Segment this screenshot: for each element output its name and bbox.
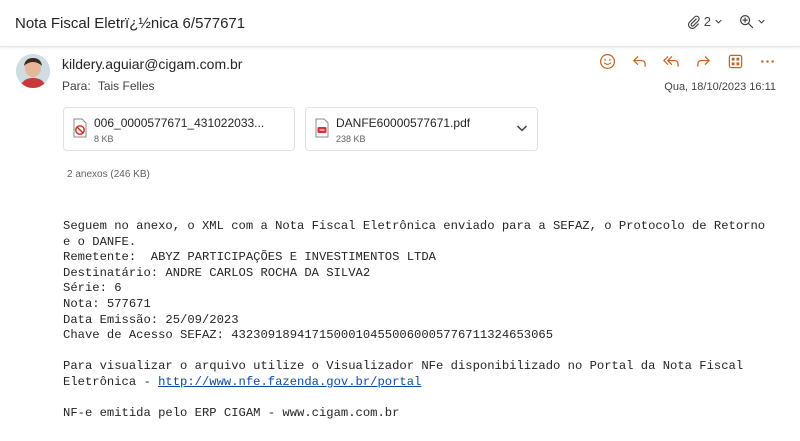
chevron-down-icon bbox=[758, 19, 765, 24]
chevron-down-icon[interactable] bbox=[515, 121, 529, 135]
reply-all-button[interactable] bbox=[660, 50, 682, 72]
body-line: NF-e emitida pelo ERP CIGAM - www.cigam.… bbox=[63, 406, 400, 421]
subject-bar: Nota Fiscal Eletrï¿½nica 6/577671 2 bbox=[0, 0, 800, 47]
body-line: Série: 6 bbox=[63, 281, 122, 296]
chevron-down-icon bbox=[715, 19, 722, 24]
body-line: Eletrônica - bbox=[63, 374, 159, 389]
apps-icon bbox=[728, 54, 742, 68]
to-label: Para: bbox=[62, 79, 91, 93]
forward-button[interactable] bbox=[692, 50, 714, 72]
attachment-size: 8 KB bbox=[94, 134, 114, 144]
body-line: Chave de Acesso SEFAZ: 43230918941715000… bbox=[63, 328, 554, 343]
body-line: Destinatário: ANDRE CARLOS ROCHA DA SILV… bbox=[63, 265, 371, 280]
apps-button[interactable] bbox=[724, 50, 746, 72]
attachment-pdf[interactable]: DANFE60000577671.pdf 238 KB bbox=[305, 107, 538, 151]
forward-icon bbox=[696, 55, 710, 67]
avatar[interactable] bbox=[16, 54, 50, 88]
sent-date: Qua, 18/10/2023 16:11 bbox=[664, 81, 776, 93]
avatar-image bbox=[16, 54, 50, 88]
zoom-button[interactable] bbox=[739, 14, 766, 29]
body-line: Nota: 577671 bbox=[63, 296, 151, 311]
recipients-line: Para: Tais Felles bbox=[62, 79, 155, 93]
attachments-count: 2 bbox=[703, 14, 711, 29]
nfe-portal-link[interactable]: http://www.nfe.fazenda.gov.br/portal bbox=[158, 375, 421, 389]
more-actions-button[interactable] bbox=[756, 50, 778, 72]
more-icon bbox=[760, 59, 774, 63]
sender-email[interactable]: kildery.aguiar@cigam.com.br bbox=[62, 56, 242, 72]
body-line: Data Emissão: 25/09/2023 bbox=[63, 312, 239, 327]
attachment-size: 238 KB bbox=[336, 134, 366, 144]
attachments-summary: 2 anexos (246 KB) bbox=[67, 169, 150, 180]
body-line: Seguem no anexo, o XML com a Nota Fiscal… bbox=[63, 219, 766, 233]
email-subject: Nota Fiscal Eletrï¿½nica 6/577671 bbox=[15, 15, 246, 32]
paperclip-icon bbox=[687, 15, 700, 29]
reply-icon bbox=[632, 55, 646, 67]
subject-actions: 2 bbox=[677, 14, 766, 29]
blocked-file-icon bbox=[73, 118, 87, 138]
body-line: Remetente: ABYZ PARTICIPAÇÕES E INVESTIM… bbox=[63, 250, 436, 265]
body-line: e o DANFE. bbox=[63, 234, 137, 249]
pdf-icon bbox=[315, 118, 329, 138]
reply-all-icon bbox=[663, 55, 679, 67]
reply-button[interactable] bbox=[628, 50, 650, 72]
emoji-button[interactable] bbox=[596, 50, 618, 72]
attachment-xml[interactable]: 006_0000577671_431022033... 8 KB bbox=[63, 107, 295, 151]
attachment-name: 006_0000577671_431022033... bbox=[94, 116, 265, 130]
emoji-icon bbox=[599, 53, 615, 69]
message-body: Seguem no anexo, o XML com a Nota Fiscal… bbox=[63, 219, 765, 422]
message-actions bbox=[596, 50, 778, 72]
attachment-name: DANFE60000577671.pdf bbox=[336, 116, 471, 130]
body-line: Para visualizar o arquivo utilize o Visu… bbox=[63, 359, 744, 374]
attachments-count-button[interactable]: 2 bbox=[687, 14, 723, 29]
zoom-icon bbox=[739, 14, 754, 29]
recipient-name[interactable]: Tais Felles bbox=[98, 79, 155, 93]
